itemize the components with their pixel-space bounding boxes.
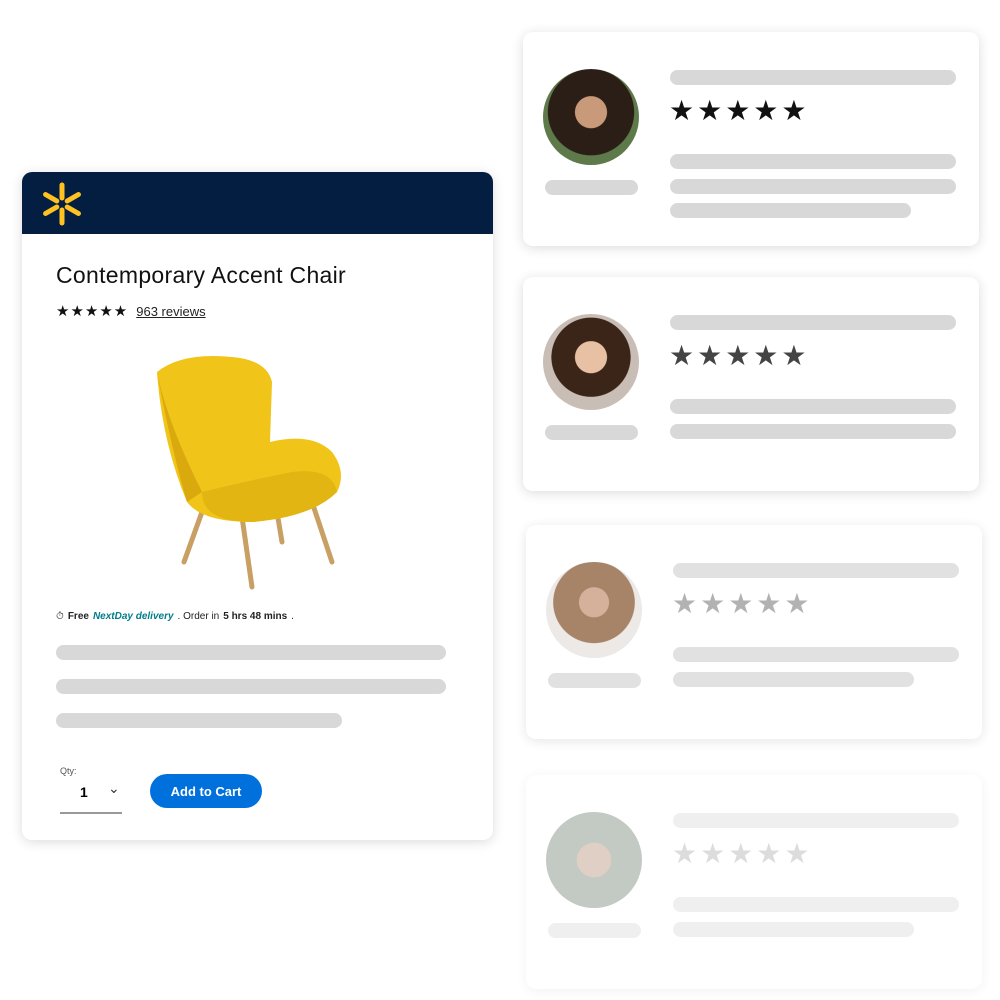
chair-image (157, 356, 341, 590)
walmart-spark-logo (43, 182, 81, 226)
placeholder-line (670, 399, 956, 414)
placeholder-line (673, 647, 959, 662)
period: . (291, 611, 294, 622)
avatar (546, 812, 642, 908)
delivery-countdown: 5 hrs 48 mins (223, 611, 288, 622)
quantity-select[interactable]: Qty: 1 ⌄ (60, 766, 122, 814)
header-bar (22, 172, 493, 234)
qty-label: Qty: (60, 766, 77, 776)
placeholder-line (670, 154, 956, 169)
placeholder-line (545, 180, 638, 195)
free-label: Free (67, 611, 89, 622)
product-card: Contemporary Accent Chair ★★★★★ 963 revi… (22, 172, 493, 840)
placeholder-line (670, 315, 956, 330)
avatar (543, 314, 639, 410)
review-card: ★★★★★ (526, 525, 982, 739)
placeholder-line (670, 424, 956, 439)
qty-value: 1 (80, 784, 88, 800)
star-icons: ★★★★★ (669, 95, 810, 126)
order-in-label: . Order in (177, 611, 220, 622)
star-icons: ★★★★★ (672, 588, 813, 619)
product-title: Contemporary Accent Chair (56, 262, 347, 288)
review-card: ★★★★★ (523, 32, 979, 246)
placeholder-line (548, 673, 641, 688)
add-to-cart-button[interactable]: Add to Cart (150, 774, 262, 808)
reviews-link[interactable]: 963 reviews (136, 304, 205, 319)
placeholder-line (673, 813, 959, 828)
product-rating: ★★★★★ 963 reviews (56, 302, 206, 320)
placeholder-line (56, 713, 342, 728)
delivery-info: ⏱ Free NextDay delivery . Order in 5 hrs… (56, 611, 294, 622)
placeholder-line (56, 645, 446, 660)
chevron-down-icon: ⌄ (108, 780, 120, 796)
placeholder-line (56, 679, 446, 694)
avatar (546, 562, 642, 658)
placeholder-line (545, 425, 638, 440)
placeholder-line (673, 922, 914, 937)
star-icons: ★★★★★ (672, 838, 813, 869)
nextday-label: NextDay delivery (92, 611, 174, 622)
review-card: ★★★★★ (526, 775, 982, 989)
placeholder-line (673, 672, 914, 687)
star-icons: ★★★★★ (669, 340, 810, 371)
stopwatch-icon: ⏱ (56, 611, 64, 622)
placeholder-line (673, 897, 959, 912)
placeholder-line (670, 203, 911, 218)
avatar (543, 69, 639, 165)
placeholder-line (670, 179, 956, 194)
placeholder-line (673, 563, 959, 578)
star-icons: ★★★★★ (56, 303, 129, 320)
placeholder-line (548, 923, 641, 938)
placeholder-line (670, 70, 956, 85)
review-card: ★★★★★ (523, 277, 979, 491)
